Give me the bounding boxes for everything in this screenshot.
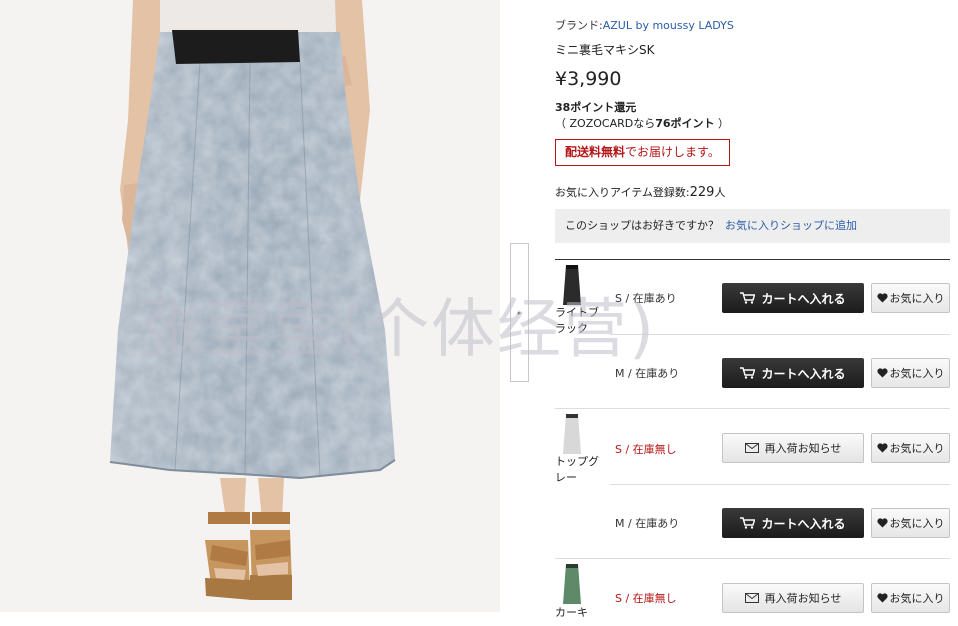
favorite-label: お気に入り (889, 517, 945, 530)
variant-thumb-light-black[interactable] (557, 263, 587, 307)
shop-question: このショップはお好きですか？ (565, 219, 719, 232)
size-stock-text: M / 在庫あり (615, 367, 680, 380)
restock-notify-button[interactable]: 再入荷お知らせ (722, 583, 864, 613)
product-price: ¥3,990 (555, 68, 622, 90)
zozocard-points: （ ZOZOCARDなら76ポイント ） (555, 115, 729, 131)
favorite-button[interactable]: お気に入り (871, 433, 950, 463)
add-to-cart-button[interactable]: カートへ入れる (722, 358, 864, 388)
favorite-count: お気に入りアイテム登録数:229人 (555, 184, 725, 200)
zozo-points: 76ポイント (655, 117, 715, 130)
size-stock-text: M / 在庫あり (615, 517, 680, 530)
variant-divider (555, 408, 950, 409)
favorite-label: お気に入り (889, 292, 945, 305)
shipping-bold: 配送料無料 (565, 145, 626, 159)
favorite-shop-box: このショップはお好きですか？ お気に入りショップに追加 (555, 209, 950, 243)
size-stock-text: S / 在庫あり (615, 292, 677, 305)
favorite-count-number: 229 (689, 185, 715, 200)
add-to-cart-label: カートへ入れる (761, 516, 846, 531)
restock-notify-label: 再入荷お知らせ (764, 592, 842, 605)
heart-icon (876, 518, 888, 528)
zozo-suffix: ） (714, 117, 730, 130)
points-text: 38ポイント還元 (555, 101, 637, 114)
envelope-icon (744, 443, 759, 453)
favorite-count-unit: 人 (714, 186, 726, 199)
heart-icon (876, 443, 888, 453)
product-photo (0, 0, 500, 612)
size-stock-text: S / 在庫無し (615, 592, 677, 605)
favorite-label: お気に入り (889, 592, 945, 605)
variant-thumb-khaki[interactable] (557, 562, 587, 606)
panel-toggle-button[interactable]: ▸ (510, 243, 529, 382)
favorite-button[interactable]: お気に入り (871, 583, 950, 613)
add-to-cart-button[interactable]: カートへ入れる (722, 283, 864, 313)
zozo-prefix: （ ZOZOCARDなら (555, 117, 656, 130)
cart-icon (740, 292, 756, 304)
add-to-cart-label: カートへ入れる (761, 366, 846, 381)
favorite-label: お気に入り (889, 367, 945, 380)
add-favorite-shop-link[interactable]: お気に入りショップに追加 (725, 219, 857, 232)
row-divider (610, 484, 950, 485)
heart-icon (876, 368, 888, 378)
variant-color-name: トップグレー (555, 455, 599, 484)
restock-notify-button[interactable]: 再入荷お知らせ (722, 433, 864, 463)
favorite-label: お気に入り (889, 442, 945, 455)
shipping-rest: でお届けします。 (625, 145, 720, 159)
cart-icon (740, 367, 756, 379)
favorite-button[interactable]: お気に入り (871, 358, 950, 388)
add-to-cart-button[interactable]: カートへ入れる (722, 508, 864, 538)
divider (555, 259, 950, 260)
favorite-button[interactable]: お気に入り (871, 508, 950, 538)
cart-icon (740, 517, 756, 529)
brand-label: ブランド: (555, 19, 603, 32)
favorite-button[interactable]: お気に入り (871, 283, 950, 313)
product-name: ミニ裏毛マキシSK (555, 43, 655, 57)
size-stock-text: S / 在庫無し (615, 443, 677, 456)
restock-notify-label: 再入荷お知らせ (764, 442, 842, 455)
brand-line: ブランド:AZUL by moussy LADYS (555, 17, 734, 33)
variant-thumb-top-gray[interactable] (557, 412, 587, 456)
heart-icon (876, 293, 888, 303)
variant-color-name: カーキ (555, 606, 588, 619)
free-shipping-badge: 配送料無料でお届けします。 (555, 139, 730, 166)
variant-divider (555, 558, 950, 559)
arrow-right-icon: ▸ (517, 308, 522, 317)
heart-icon (876, 593, 888, 603)
row-divider (610, 334, 950, 335)
brand-link[interactable]: AZUL by moussy LADYS (603, 19, 734, 32)
add-to-cart-label: カートへ入れる (761, 291, 846, 306)
favorite-count-label: お気に入りアイテム登録数: (555, 186, 690, 199)
variant-color-name: ライトブラック (555, 306, 599, 335)
envelope-icon (744, 593, 759, 603)
